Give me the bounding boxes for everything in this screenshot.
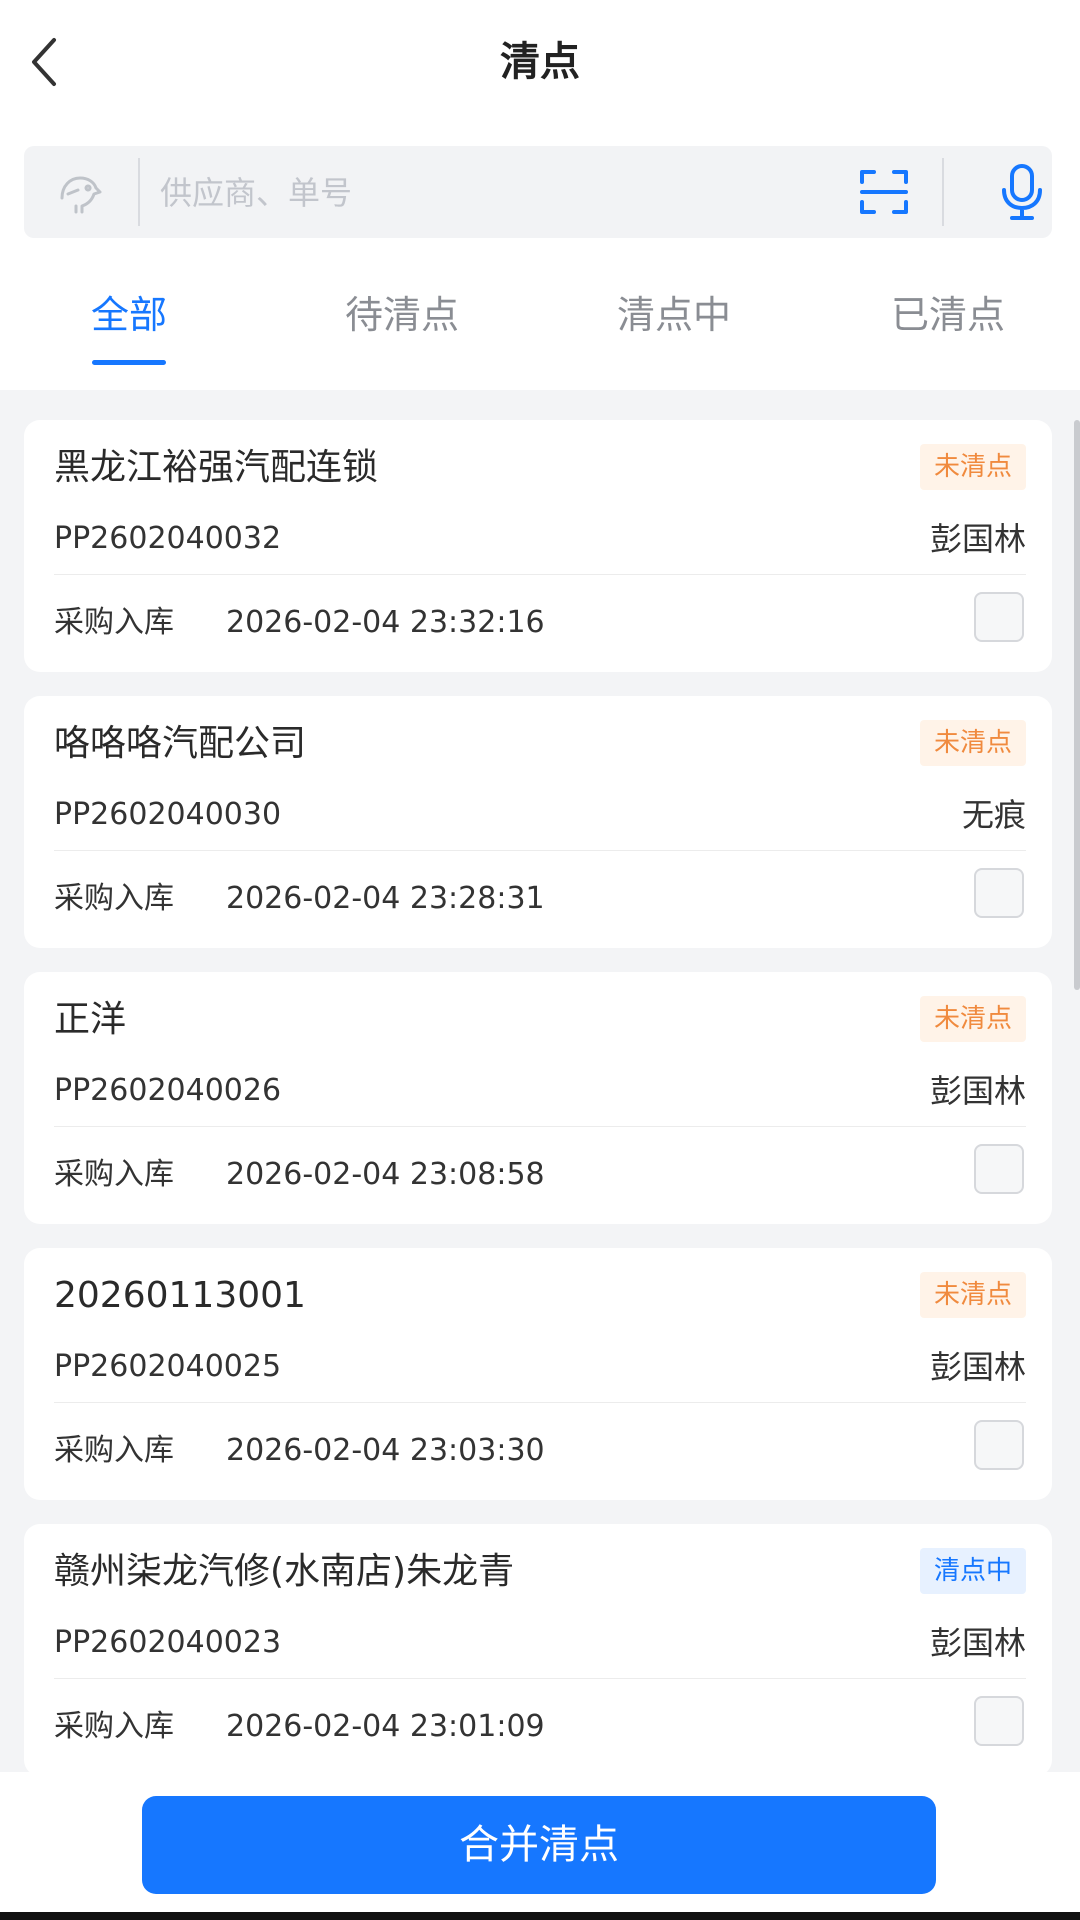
order-number: PP2602040023 [54,1625,282,1660]
status-badge: 未清点 [919,996,1026,1042]
search-divider-2 [942,158,944,226]
supplier-name: 20260113001 [54,1275,306,1316]
order-time: 2026-02-04 23:28:31 [226,881,545,916]
supplier-name: 正洋 [54,999,127,1040]
order-time: 2026-02-04 23:03:30 [226,1433,545,1468]
operator-name: 无痕 [961,796,1026,834]
footer-bar: 合并清点 [0,1772,1080,1920]
operator-name: 彭国林 [929,1072,1026,1110]
order-number: PP2602040026 [54,1073,282,1108]
select-checkbox[interactable] [974,1144,1024,1194]
order-card[interactable]: 咯咯咯汽配公司 未清点 PP2602040030 无痕 采购入库 2026-02… [24,696,1052,948]
order-number: PP2602040025 [54,1349,282,1384]
order-number: PP2602040032 [54,521,282,556]
card-divider [54,1402,1026,1403]
card-divider [54,850,1026,851]
active-tab-indicator [92,360,166,365]
search-input[interactable] [158,162,842,224]
scrollbar[interactable] [1074,420,1080,990]
order-card[interactable]: 正洋 未清点 PP2602040026 彭国林 采购入库 2026-02-04 … [24,972,1052,1224]
merge-count-button[interactable]: 合并清点 [142,1796,936,1894]
tab-bar: 全部 待清点 清点中 已清点 [0,278,1080,368]
order-type: 采购入库 [54,1157,174,1192]
tab-to-count[interactable]: 待清点 [330,278,474,352]
status-badge: 未清点 [919,720,1026,766]
status-badge: 未清点 [919,1272,1026,1318]
scan-icon[interactable] [858,166,910,218]
search-divider [138,158,140,226]
select-checkbox[interactable] [974,592,1024,642]
operator-name: 彭国林 [929,1624,1026,1662]
order-type: 采购入库 [54,605,174,640]
card-divider [54,574,1026,575]
operator-name: 彭国林 [929,1348,1026,1386]
supplier-name: 黑龙江裕强汽配连锁 [54,447,379,488]
order-card[interactable]: 黑龙江裕强汽配连锁 未清点 PP2602040032 彭国林 采购入库 2026… [24,420,1052,672]
status-badge: 未清点 [919,444,1026,490]
order-type: 采购入库 [54,1433,174,1468]
supplier-name: 赣州柒龙汽修(水南店)朱龙青 [54,1551,515,1592]
order-number: PP2602040030 [54,797,282,832]
tab-all[interactable]: 全部 [84,278,174,352]
card-divider [54,1126,1026,1127]
select-checkbox[interactable] [974,1420,1024,1470]
order-card[interactable]: 20260113001 未清点 PP2602040025 彭国林 采购入库 20… [24,1248,1052,1500]
microphone-icon[interactable] [996,162,1048,222]
brand-logo-icon [60,176,102,214]
select-checkbox[interactable] [974,1696,1024,1746]
page-title: 清点 [500,39,580,85]
search-bar [24,146,1052,238]
order-time: 2026-02-04 23:08:58 [226,1157,545,1192]
order-card[interactable]: 赣州柒龙汽修(水南店)朱龙青 清点中 PP2602040023 彭国林 采购入库… [24,1524,1052,1776]
header: 清点 全部 待清点 清点中 已清点 [0,0,1080,390]
card-divider [54,1678,1026,1679]
operator-name: 彭国林 [929,520,1026,558]
order-type: 采购入库 [54,1709,174,1744]
order-type: 采购入库 [54,881,174,916]
tab-counting[interactable]: 清点中 [602,278,746,352]
order-time: 2026-02-04 23:01:09 [226,1709,545,1744]
select-checkbox[interactable] [974,868,1024,918]
supplier-name: 咯咯咯汽配公司 [54,723,307,764]
tab-counted[interactable]: 已清点 [876,278,1020,352]
order-time: 2026-02-04 23:32:16 [226,605,545,640]
status-badge: 清点中 [919,1548,1026,1594]
system-nav-strip [0,1912,1080,1920]
order-list: 黑龙江裕强汽配连锁 未清点 PP2602040032 彭国林 采购入库 2026… [24,420,1052,1800]
